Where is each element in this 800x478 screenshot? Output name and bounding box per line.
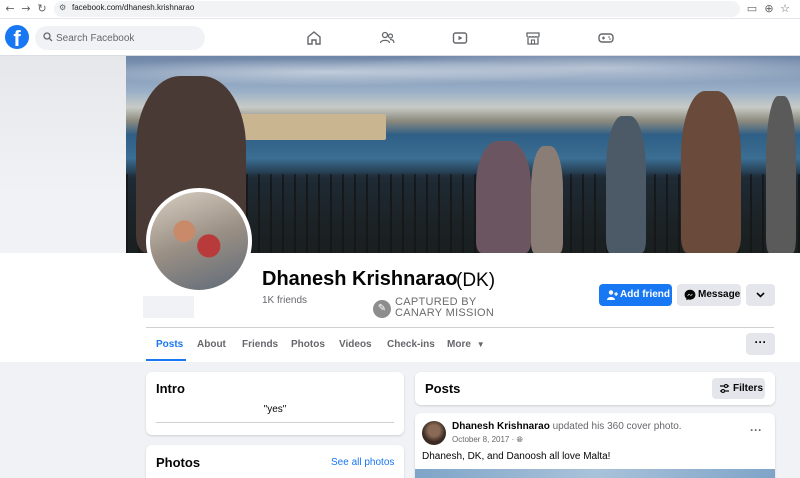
filters-button[interactable]: Filters — [712, 378, 765, 399]
post-date[interactable]: October 8, 2017 — [452, 435, 509, 444]
facebook-logo[interactable]: f — [5, 25, 29, 49]
site-info-icon[interactable]: ⚙ — [59, 3, 69, 13]
photos-title: Photos — [156, 455, 201, 470]
cover-fortress — [226, 114, 386, 140]
cover-person — [766, 96, 796, 253]
reload-icon[interactable]: ↻ — [36, 3, 48, 15]
friends-icon[interactable] — [379, 30, 395, 46]
intro-bio: "yes" — [263, 404, 287, 415]
message-label: Message — [698, 289, 741, 300]
cover-person — [476, 141, 531, 253]
filters-label: Filters — [733, 383, 764, 394]
post-header: Dhanesh Krishnarao updated his 360 cover… — [452, 421, 682, 432]
bookmark-star-icon[interactable]: ☆ — [779, 3, 791, 15]
tab-posts[interactable]: Posts — [156, 339, 183, 350]
intro-card: Intro "yes" — [146, 372, 404, 435]
chevron-down-icon — [756, 292, 765, 298]
profile-picture[interactable] — [146, 188, 252, 294]
search-input[interactable] — [56, 31, 196, 45]
profile-name: Dhanesh Krishnarao — [262, 268, 458, 290]
browser-toolbar: ← → ↻ ⚙ facebook.com/dhanesh.krishnarao … — [0, 0, 800, 19]
cover-person — [606, 116, 646, 253]
post-more-options-icon[interactable]: ··· — [750, 423, 762, 437]
stamp-line-2: CANARY MISSION — [395, 307, 495, 319]
tab-check-ins[interactable]: Check-ins — [387, 339, 435, 350]
profile-placeholder-box — [143, 296, 194, 318]
tab-friends[interactable]: Friends — [242, 339, 278, 350]
globe-icon: 🌐︎ — [516, 435, 523, 444]
search-icon — [43, 32, 53, 42]
canary-mission-stamp: CAPTURED BY CANARY MISSION — [395, 297, 494, 319]
facebook-header: f — [0, 19, 800, 56]
cast-icon[interactable]: ▭ — [746, 3, 758, 15]
intro-title: Intro — [156, 381, 185, 396]
home-icon[interactable] — [306, 30, 322, 46]
friends-count[interactable]: 1K friends — [262, 295, 307, 306]
cover-person — [531, 146, 563, 253]
tab-more-label: More — [447, 339, 471, 350]
post-author-avatar[interactable] — [422, 421, 446, 445]
tabs-more-options-button[interactable]: ··· — [746, 333, 775, 355]
gaming-icon[interactable] — [598, 30, 614, 46]
posts-title: Posts — [425, 381, 461, 396]
profile-more-options-button[interactable] — [746, 284, 775, 306]
filters-icon — [720, 383, 729, 394]
add-friend-icon — [607, 290, 618, 300]
cover-side-gradient — [0, 56, 126, 196]
intro-divider — [156, 422, 394, 423]
arrow-left-icon[interactable]: ← — [4, 3, 16, 15]
cover-person — [681, 91, 741, 253]
post-cover-image[interactable] — [415, 469, 775, 478]
profile-header-left — [0, 253, 126, 362]
photos-card: Photos See all photos — [146, 445, 404, 478]
caret-down-icon: ▼ — [476, 340, 485, 349]
arrow-right-icon[interactable]: → — [20, 3, 32, 15]
post-author-name[interactable]: Dhanesh Krishnarao — [452, 421, 550, 432]
tabs-divider — [146, 327, 774, 328]
add-friend-label: Add friend — [620, 289, 670, 300]
watch-icon[interactable] — [452, 30, 468, 46]
marketplace-icon[interactable] — [525, 30, 541, 46]
profile-alternate-name: (DK) — [456, 270, 496, 291]
tab-videos[interactable]: Videos — [339, 339, 372, 350]
see-all-photos-link[interactable]: See all photos — [331, 457, 394, 468]
zoom-icon[interactable]: ⊕ — [763, 3, 775, 15]
tab-about[interactable]: About — [197, 339, 226, 350]
post-meta-separator: · — [511, 435, 515, 444]
tab-more[interactable]: More ▼ — [447, 339, 485, 350]
post-action: updated his 360 cover photo. — [552, 421, 682, 432]
more-dots-icon: ··· — [754, 335, 767, 349]
active-tab-indicator — [146, 359, 186, 361]
post-meta: October 8, 2017 · 🌐︎ — [452, 435, 523, 445]
add-friend-button[interactable]: Add friend — [599, 284, 672, 306]
messenger-icon — [684, 289, 696, 301]
tab-photos[interactable]: Photos — [291, 339, 325, 350]
canary-mission-logo-icon: ✎ — [373, 300, 391, 318]
url-text[interactable]: facebook.com/dhanesh.krishnarao — [72, 3, 194, 12]
post-text: Dhanesh, DK, and Danoosh all love Malta! — [422, 451, 611, 462]
message-button[interactable]: Message — [677, 284, 741, 306]
